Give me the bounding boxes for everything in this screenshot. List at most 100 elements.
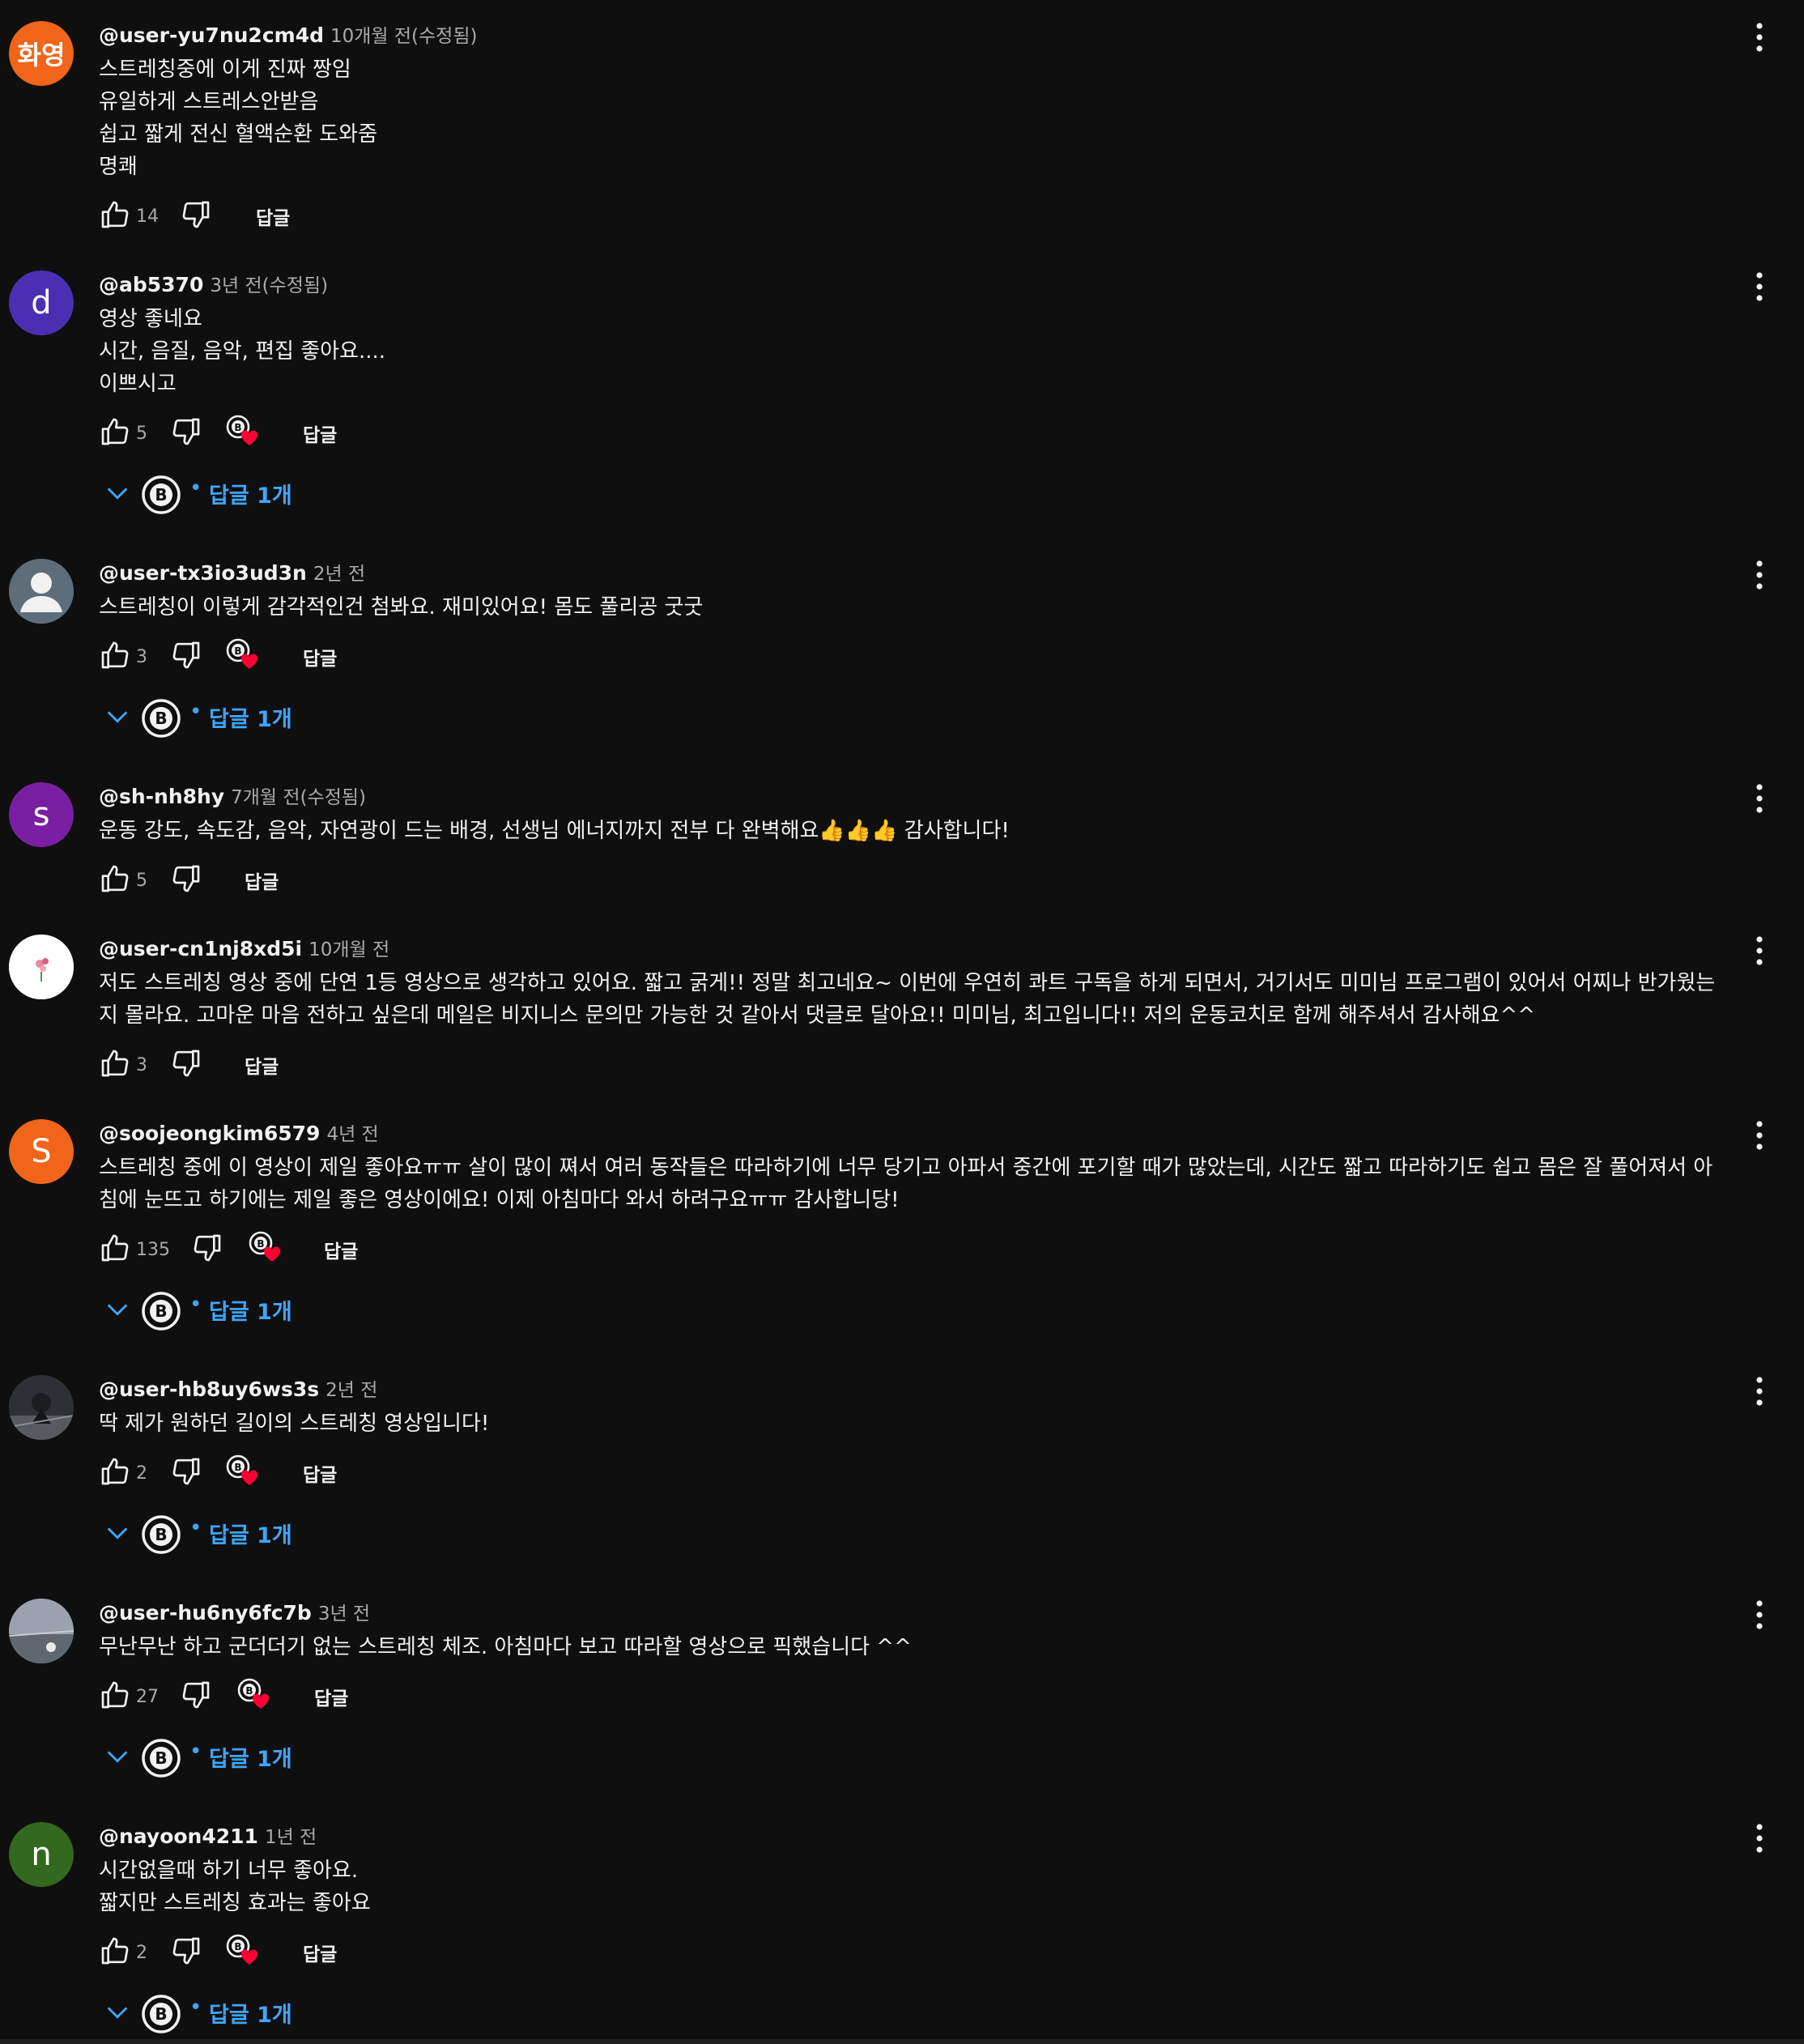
thumbs-down-icon (191, 1232, 223, 1267)
view-replies-button[interactable]: B • 답글 1개 (99, 1989, 1718, 2038)
more-actions-button[interactable] (1745, 552, 1774, 601)
like-button[interactable]: 14 (99, 196, 159, 236)
creator-avatar: B (141, 698, 181, 742)
like-count: 5 (136, 870, 147, 891)
more-vert-icon (1755, 270, 1764, 306)
more-actions-button[interactable] (1745, 264, 1774, 313)
reply-button[interactable]: 답글 (314, 1676, 348, 1717)
avatar-initials: S (31, 1133, 52, 1170)
more-actions-button[interactable] (1745, 1592, 1774, 1641)
dislike-button[interactable] (191, 1229, 223, 1270)
replies-count-label: 답글 1개 (209, 1300, 292, 1325)
reply-button[interactable]: 답글 (256, 196, 290, 236)
more-actions-button[interactable] (1745, 776, 1774, 824)
more-actions-button[interactable] (1745, 15, 1774, 63)
dislike-button[interactable] (170, 413, 202, 454)
view-replies-button[interactable]: B • 답글 1개 (99, 1286, 1718, 1335)
like-count: 27 (136, 1686, 159, 1707)
view-replies-button[interactable]: B • 답글 1개 (99, 1510, 1718, 1558)
avatar-initials: 화영 (17, 40, 66, 70)
view-replies-button[interactable]: B • 답글 1개 (99, 470, 1718, 518)
separator-dot: • (189, 1995, 202, 2020)
comment-text: 스트레칭중에 이게 진짜 짱임 유일하게 스트레스안받음 쉽고 짧게 전신 혈액… (99, 57, 378, 179)
dislike-button[interactable] (170, 1932, 202, 1973)
like-button[interactable]: 5 (99, 413, 147, 454)
avatar[interactable] (9, 935, 74, 999)
thumbs-down-icon (170, 1935, 202, 1970)
more-vert-icon (1755, 1599, 1764, 1634)
comment-text: 저도 스트레칭 영상 중에 단연 1등 영상으로 생각하고 있어요. 짧고 굵게… (99, 971, 1716, 1028)
reply-button[interactable]: 답글 (303, 637, 337, 677)
author-name[interactable]: @user-cn1nj8xd5i (99, 937, 302, 960)
avatar[interactable]: 화영 (9, 21, 74, 86)
avatar[interactable] (9, 559, 74, 624)
thumbs-down-icon (170, 862, 202, 898)
like-button[interactable]: 27 (99, 1676, 159, 1717)
thumbs-down-icon (180, 1679, 212, 1714)
like-button[interactable]: 3 (99, 1045, 147, 1085)
avatar-initials: d (31, 284, 52, 322)
svg-text:B: B (245, 1685, 253, 1697)
more-actions-button[interactable] (1745, 1369, 1774, 1417)
reply-button[interactable]: 답글 (245, 1045, 279, 1085)
reply-button[interactable]: 답글 (303, 1932, 337, 1973)
like-button[interactable]: 5 (99, 860, 147, 901)
thumbs-down-icon (170, 415, 202, 451)
author-name[interactable]: @user-yu7nu2cm4d (99, 23, 324, 47)
author-name[interactable]: @user-hb8uy6ws3s (99, 1378, 319, 1401)
more-actions-button[interactable] (1745, 1816, 1774, 1864)
avatar[interactable]: S (9, 1119, 74, 1184)
comment-time[interactable]: 3년 전 (318, 1603, 370, 1625)
comment-time[interactable]: 2년 전 (313, 564, 365, 585)
comment-actions: 3 답글 (99, 1045, 1718, 1085)
reply-button[interactable]: 답글 (303, 413, 337, 454)
comment-header: @sh-nh8hy 7개월 전(수정됨) (99, 782, 1718, 811)
dislike-button[interactable] (170, 860, 202, 901)
like-button[interactable]: 2 (99, 1932, 147, 1973)
comment-time[interactable]: 3년 전(수정됨) (210, 275, 328, 296)
creator-heart-badge: B (225, 1932, 261, 1968)
comment-time[interactable]: 10개월 전 (308, 939, 389, 960)
comment-header: @ab5370 3년 전(수정됨) (99, 270, 1718, 300)
dislike-button[interactable] (180, 1676, 212, 1717)
more-actions-button[interactable] (1745, 928, 1774, 977)
avatar[interactable]: n (9, 1822, 74, 1887)
comment-time[interactable]: 1년 전 (265, 1827, 317, 1848)
comment-actions: 27 B 답글 (99, 1676, 1718, 1717)
avatar[interactable]: d (9, 270, 74, 335)
author-name[interactable]: @ab5370 (99, 273, 203, 296)
comment-time[interactable]: 2년 전 (325, 1380, 377, 1401)
chevron-down-icon (104, 479, 131, 510)
dislike-button[interactable] (170, 637, 202, 677)
comment-time[interactable]: 7개월 전(수정됨) (231, 787, 366, 808)
reply-button[interactable]: 답글 (303, 1453, 337, 1493)
like-button[interactable]: 3 (99, 637, 147, 677)
avatar[interactable] (9, 1599, 74, 1663)
like-count: 2 (136, 1463, 147, 1484)
svg-text:B: B (257, 1238, 264, 1250)
author-name[interactable]: @soojeongkim6579 (99, 1122, 320, 1145)
comment-time[interactable]: 4년 전 (326, 1124, 378, 1145)
view-replies-button[interactable]: B • 답글 1개 (99, 693, 1718, 742)
dislike-button[interactable] (170, 1045, 202, 1085)
dislike-button[interactable] (170, 1453, 202, 1493)
more-actions-button[interactable] (1745, 1113, 1774, 1161)
view-replies-button[interactable]: B • 답글 1개 (99, 1733, 1718, 1782)
like-button[interactable]: 2 (99, 1453, 147, 1493)
thumbs-down-icon (170, 639, 202, 675)
creator-avatar: B (141, 1291, 181, 1335)
like-button[interactable]: 135 (99, 1229, 170, 1270)
author-name[interactable]: @user-tx3io3ud3n (99, 561, 307, 585)
author-name[interactable]: @nayoon4211 (99, 1825, 258, 1848)
comment-time[interactable]: 10개월 전(수정됨) (330, 26, 477, 47)
author-name[interactable]: @sh-nh8hy (99, 785, 224, 808)
comment-header: @user-tx3io3ud3n 2년 전 (99, 559, 1718, 588)
avatar[interactable] (9, 1375, 74, 1440)
author-name[interactable]: @user-hu6ny6fc7b (99, 1601, 312, 1625)
creator-heart-badge: B (225, 413, 261, 449)
avatar[interactable]: s (9, 782, 74, 847)
reply-button[interactable]: 답글 (245, 860, 279, 901)
reply-button[interactable]: 답글 (324, 1229, 358, 1270)
dislike-button[interactable] (180, 196, 212, 236)
chevron-down-icon (104, 1519, 131, 1550)
